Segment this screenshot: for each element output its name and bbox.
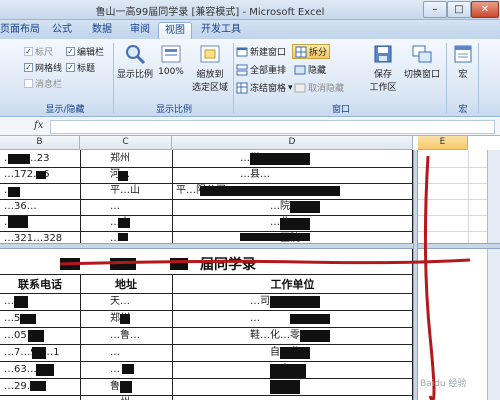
formula-bar-label: 编辑栏 <box>77 48 105 58</box>
watermark: Baidu 经验 <box>420 379 467 389</box>
red-horizontal-stroke <box>59 258 471 266</box>
headings-checkbox[interactable]: ✓ 标题 <box>66 61 95 74</box>
zoom-100-icon <box>161 45 181 63</box>
formula-bar: fx <box>0 118 500 136</box>
zoom-100-button[interactable]: 100% <box>156 43 186 77</box>
tab-page-layout[interactable]: 页面布局 <box>0 22 40 39</box>
macros-label: 宏 <box>458 70 468 80</box>
minimize-button[interactable]: – <box>423 1 447 18</box>
new-window-label: 新建窗口 <box>250 48 287 58</box>
formula-input[interactable] <box>50 120 495 134</box>
split-label: 拆分 <box>309 48 328 58</box>
macros-group-label: 宏 <box>458 105 468 115</box>
zoom-selection-label-2: 选定区域 <box>191 83 228 93</box>
switch-windows-icon <box>412 45 432 63</box>
group-separator <box>233 43 234 113</box>
freeze-panes-label: 冻结窗格 <box>250 84 287 94</box>
upper-vertical-scrollbar[interactable] <box>487 150 500 243</box>
group-separator <box>113 43 114 113</box>
zoom-label: 显示比例 <box>116 70 153 80</box>
ruler-checkbox[interactable]: ✓ 标尺 <box>24 45 53 58</box>
fx-icon[interactable]: fx <box>34 120 43 131</box>
hide-button[interactable]: 隐藏 <box>294 63 326 76</box>
ribbon: ✓ 标尺 ✓ 网格线 消息栏 ✓ 编辑栏 ✓ 标题 显示/隐藏 显示比例 100… <box>0 39 500 117</box>
hide-icon <box>294 65 306 74</box>
unhide-label: 取消隐藏 <box>308 84 345 94</box>
tab-formulas[interactable]: 公式 <box>44 22 80 39</box>
checkbox-icon: ✓ <box>66 63 75 72</box>
unhide-button[interactable]: 取消隐藏 <box>294 81 344 94</box>
red-annotation-marks <box>59 155 471 400</box>
arrange-all-button[interactable]: 全部重排 <box>236 63 286 76</box>
checkbox-icon: ✓ <box>24 63 33 72</box>
tab-developer[interactable]: 开发工具 <box>196 22 246 39</box>
group-separator <box>446 43 447 113</box>
save-workspace-icon <box>374 45 392 63</box>
save-workspace-label-2: 工作区 <box>369 83 397 93</box>
headings-label: 标题 <box>77 64 96 74</box>
tab-view[interactable]: 视图 <box>158 22 192 39</box>
magnifier-icon <box>126 45 146 65</box>
gridlines-label: 网格线 <box>35 64 63 74</box>
arrange-icon <box>236 64 248 75</box>
gridlines-checkbox[interactable]: ✓ 网格线 <box>24 61 62 74</box>
zoom-button[interactable]: 显示比例 <box>116 43 154 80</box>
zoom-selection-icon <box>200 45 220 63</box>
zoom-to-selection-button[interactable]: 缩放到 选定区域 <box>188 43 232 93</box>
checkbox-icon: ✓ <box>24 47 33 56</box>
chevron-down-icon: ▾ <box>288 82 293 93</box>
show-hide-group-label: 显示/隐藏 <box>45 105 85 115</box>
formula-bar-checkbox[interactable]: ✓ 编辑栏 <box>66 45 104 58</box>
freeze-panes-button[interactable]: 冻结窗格 ▾ <box>236 81 293 94</box>
switch-windows-label: 切换窗口 <box>403 70 440 80</box>
window-title: 鲁山一高99届同学录 [兼容模式] - Microsoft Excel <box>95 7 325 18</box>
maximize-button[interactable]: □ <box>447 1 471 18</box>
tab-review[interactable]: 审阅 <box>122 22 158 39</box>
title-bar: 鲁山一高99届同学录 [兼容模式] - Microsoft Excel – □ … <box>0 0 500 20</box>
unhide-icon <box>294 83 306 92</box>
new-window-icon <box>236 47 248 56</box>
zoom-group-label: 显示比例 <box>155 105 192 115</box>
save-workspace-button[interactable]: 保存 工作区 <box>366 43 400 93</box>
tab-data[interactable]: 数据 <box>84 22 120 39</box>
ribbon-tabs: 页面布局 公式 数据 审阅 视图 开发工具 <box>0 20 500 39</box>
switch-windows-button[interactable]: 切换窗口 <box>400 43 444 80</box>
window-group-label: 窗口 <box>331 105 350 115</box>
message-bar-checkbox[interactable]: 消息栏 <box>24 77 62 90</box>
freeze-panes-icon <box>236 82 248 93</box>
hide-label: 隐藏 <box>308 66 327 76</box>
split-icon <box>295 46 307 57</box>
ruler-label: 标尺 <box>35 48 54 58</box>
checkbox-icon: ✓ <box>66 47 75 56</box>
lower-vertical-scrollbar[interactable] <box>487 249 500 400</box>
save-workspace-label-1: 保存 <box>373 70 392 80</box>
group-separator <box>478 43 479 113</box>
red-vertical-stroke <box>423 155 436 400</box>
zoom-100-label: 100% <box>158 67 184 77</box>
checkbox-icon <box>24 79 33 88</box>
zoom-selection-label-1: 缩放到 <box>196 70 224 80</box>
arrange-all-label: 全部重排 <box>250 66 287 76</box>
close-button[interactable]: ✕ <box>471 1 499 18</box>
macro-icon <box>454 45 472 63</box>
worksheet[interactable]: B C D E …14…23 郑州 …学 …172…6 河… …县… … 平…山… <box>0 136 500 400</box>
message-bar-label: 消息栏 <box>35 80 63 90</box>
new-window-button[interactable]: 新建窗口 <box>236 45 286 58</box>
split-button[interactable]: 拆分 <box>292 44 331 59</box>
macros-button[interactable]: 宏 <box>450 43 476 80</box>
